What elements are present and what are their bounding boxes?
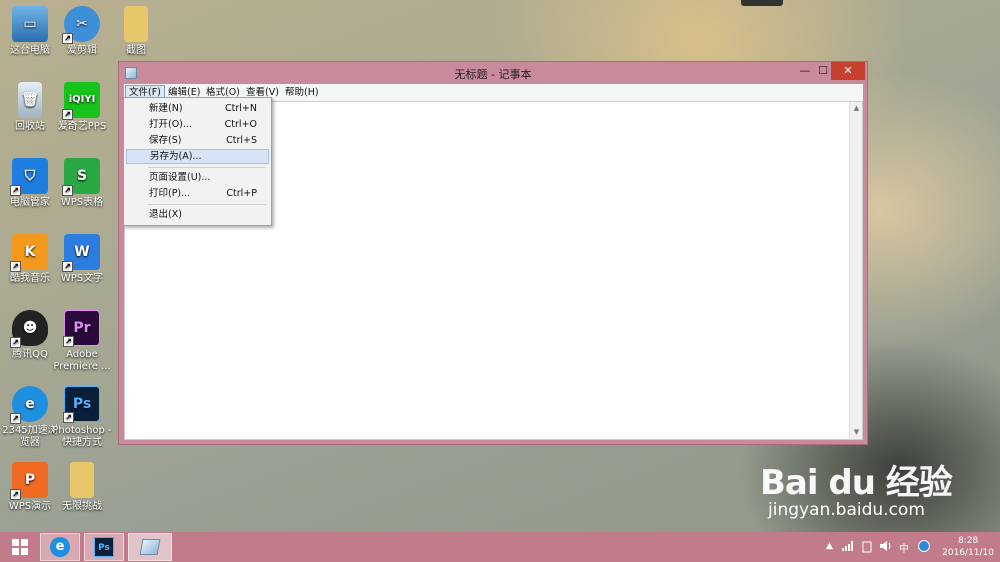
tray-show-hidden-icon[interactable]: ▲: [826, 541, 833, 562]
menu-separator: [148, 167, 266, 168]
desktop-icon-label: 爱剪辑: [67, 45, 97, 56]
desktop-icon-aijianji[interactable]: ✂ ↗ 爱剪辑: [52, 6, 112, 57]
browser-icon: e ↗: [10, 386, 48, 424]
notepad-icon: [139, 539, 161, 555]
desktop-icon-label: 酷我音乐: [10, 273, 50, 284]
taskbar: e Ps ▲ 中 8:28 2016/11/10: [0, 532, 1000, 562]
input-indicator-icon[interactable]: [862, 541, 872, 562]
menu-item-open[interactable]: 打开(O)... Ctrl+O: [126, 117, 269, 132]
window-title: 无标题 - 记事本: [454, 68, 532, 81]
taskbar-clock[interactable]: 8:28 2016/11/10: [942, 535, 994, 559]
iqiyi-icon: iQIYI ↗: [62, 82, 100, 120]
desktop-icon-label: 这台电脑: [10, 45, 50, 56]
photoshop-icon: Ps: [94, 537, 114, 557]
desktop-icon-wps-writer[interactable]: W ↗ WPS文字: [52, 234, 112, 285]
security-tray-icon[interactable]: [918, 540, 930, 562]
computer-icon: ▭: [12, 6, 48, 42]
ie-icon: e: [50, 537, 70, 557]
menu-item-page-setup[interactable]: 页面设置(U)...: [126, 170, 269, 185]
photoshop-icon: Ps ↗: [63, 386, 100, 423]
file-menu-dropdown: 新建(N) Ctrl+N 打开(O)... Ctrl+O 保存(S) Ctrl+…: [123, 97, 272, 226]
menu-item-shortcut: Ctrl+P: [226, 188, 257, 199]
qq-icon: ☻ ↗: [10, 310, 48, 348]
scroll-down-icon[interactable]: ▼: [850, 426, 863, 439]
menu-item-label: 退出(X): [149, 209, 182, 220]
desktop-icon-qq[interactable]: ☻ ↗ 腾讯QQ: [0, 310, 60, 361]
watermark-logo: Bai du 经验: [760, 463, 953, 503]
desktop-icon-label: 回收站: [15, 121, 45, 132]
title-bar[interactable]: 无标题 - 记事本 — ☐ ✕: [119, 62, 867, 84]
ime-indicator[interactable]: 中: [899, 540, 909, 562]
menu-item-save[interactable]: 保存(S) Ctrl+S: [126, 133, 269, 148]
desktop-icon-recycle-bin[interactable]: 🗑 回收站: [0, 82, 60, 133]
desktop-icon-label: Photoshop - 快捷方式: [52, 425, 112, 448]
recycle-bin-icon: 🗑: [18, 82, 42, 118]
minimize-button[interactable]: —: [795, 62, 815, 80]
network-icon[interactable]: [842, 541, 854, 562]
taskbar-notepad-button[interactable]: [128, 533, 172, 561]
menu-item-label: 打开(O)...: [149, 119, 192, 130]
folder-icon: [124, 6, 148, 42]
desktop-icon-label: WPS文字: [60, 273, 104, 284]
desktop-icon-screenshot-folder[interactable]: 截图: [106, 6, 166, 57]
start-button[interactable]: [0, 533, 40, 561]
desktop-icon-premiere[interactable]: Pr ↗ Adobe Premiere ...: [52, 310, 112, 373]
menu-item-exit[interactable]: 退出(X): [126, 207, 269, 222]
menu-item-print[interactable]: 打印(P)... Ctrl+P: [126, 186, 269, 201]
desktop-icon-2345-browser[interactable]: e ↗ 2345加速浏览器: [0, 386, 60, 449]
desktop-icon-label: 无限挑战: [62, 501, 102, 512]
clock-time: 8:28: [957, 536, 979, 546]
menu-separator: [148, 204, 266, 205]
menu-help[interactable]: 帮助(H): [282, 85, 322, 100]
wps-present-icon: P ↗: [10, 462, 48, 500]
vertical-scrollbar[interactable]: ▲ ▼: [849, 102, 862, 439]
menu-item-shortcut: Ctrl+S: [226, 135, 257, 146]
volume-icon[interactable]: [880, 541, 892, 562]
menu-item-label: 新建(N): [149, 103, 183, 114]
desktop-icon-label: Adobe Premiere ...: [53, 349, 111, 372]
windows-logo-icon: [12, 539, 28, 555]
video-edit-icon: ✂ ↗: [62, 6, 100, 44]
clock-date: 2016/11/10: [942, 548, 994, 558]
wps-sheet-icon: S ↗: [62, 158, 100, 196]
desktop-icon-label: WPS演示: [8, 501, 52, 512]
desktop-icon-wps-sheet[interactable]: S ↗ WPS表格: [52, 158, 112, 209]
desktop-icon-label: WPS表格: [60, 197, 104, 208]
menu-item-label: 打印(P)...: [149, 188, 191, 199]
menu-item-new[interactable]: 新建(N) Ctrl+N: [126, 101, 269, 116]
premiere-icon: Pr ↗: [63, 310, 100, 347]
desktop-icon-label: 2345加速浏览器: [2, 425, 58, 448]
taskbar-photoshop-button[interactable]: Ps: [84, 533, 124, 561]
menu-item-label: 页面设置(U)...: [149, 172, 211, 183]
desktop-icon-wps-present[interactable]: P ↗ WPS演示: [0, 462, 60, 513]
baidu-jingyan-watermark: Bai du 经验 jingyan.baidu.com: [760, 455, 953, 520]
desktop-icon-label: 截图: [126, 45, 146, 56]
desktop-icon-iqiyi[interactable]: iQIYI ↗ 爱奇艺PPS: [52, 82, 112, 133]
menu-item-save-as[interactable]: 另存为(A)...: [126, 149, 269, 164]
music-icon: K ↗: [10, 234, 48, 272]
menu-item-label: 另存为(A)...: [150, 151, 202, 162]
maximize-button[interactable]: ☐: [815, 62, 831, 80]
desktop-icon-label: 腾讯QQ: [12, 349, 48, 360]
desktop-icon-label: 电脑管家: [10, 197, 50, 208]
desktop-icon-pc-manager[interactable]: ⛉ ↗ 电脑管家: [0, 158, 60, 209]
desktop-icon-this-pc[interactable]: ▭ 这台电脑: [0, 6, 60, 57]
wps-writer-icon: W ↗: [62, 234, 100, 272]
taskbar-ie-button[interactable]: e: [40, 533, 80, 561]
desktop-icon-kuwo[interactable]: K ↗ 酷我音乐: [0, 234, 60, 285]
folder-icon: [70, 462, 94, 498]
shield-icon: ⛉ ↗: [10, 158, 48, 196]
desktop-icon-label: 爱奇艺PPS: [57, 121, 107, 132]
menu-item-shortcut: Ctrl+O: [224, 119, 257, 130]
scroll-up-icon[interactable]: ▲: [850, 102, 863, 115]
menu-item-shortcut: Ctrl+N: [225, 103, 257, 114]
close-button[interactable]: ✕: [831, 62, 865, 80]
top-drop-widget: [741, 0, 783, 6]
desktop-icon-infinite-challenge[interactable]: 无限挑战: [52, 462, 112, 513]
desktop-icon-photoshop[interactable]: Ps ↗ Photoshop - 快捷方式: [52, 386, 112, 449]
menu-item-label: 保存(S): [149, 135, 182, 146]
